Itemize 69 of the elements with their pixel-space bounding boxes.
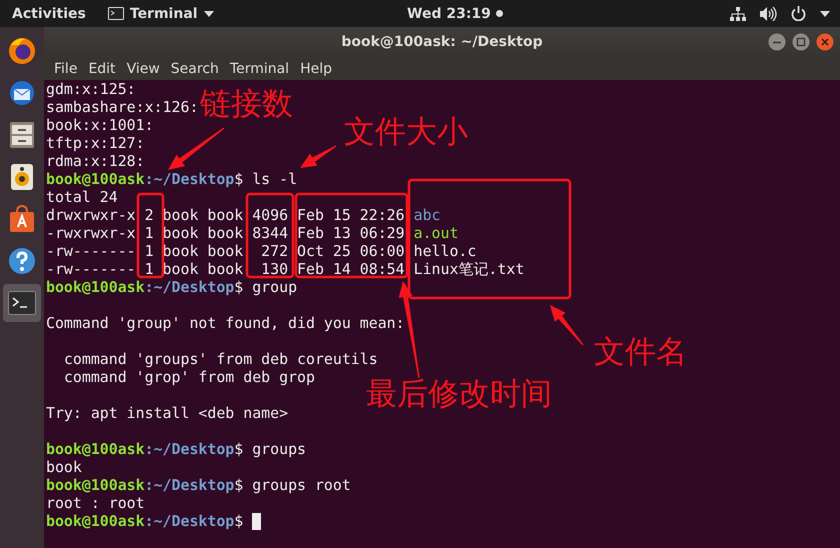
file-cabinet-icon: [9, 121, 35, 149]
menu-item[interactable]: Help: [296, 60, 336, 76]
network-icon[interactable]: [730, 6, 746, 20]
prompt-path: :~/Desktop: [144, 278, 234, 296]
terminal-icon: [108, 7, 124, 20]
prompt-path: :~/Desktop: [144, 476, 234, 494]
terminal-output: Try: apt install <deb name>: [46, 404, 288, 422]
terminal-output: rdma:x:128:: [46, 152, 145, 170]
prompt-path: :~/Desktop: [144, 512, 234, 530]
caret-icon: [204, 10, 214, 16]
shopping-bag-icon: [9, 205, 35, 233]
terminal-output: total 24: [46, 188, 118, 206]
annotation-label: 最后修改时间: [366, 376, 552, 412]
file-name: hello.c: [414, 242, 476, 260]
menu-item[interactable]: Search: [166, 60, 223, 76]
prompt-user: book@100ask: [46, 512, 145, 530]
arrow: [550, 305, 584, 346]
terminal-output: command 'grop' from deb grop: [62, 368, 315, 386]
annotation-label: 文件名: [594, 334, 687, 370]
file-name: a.out: [414, 224, 458, 242]
menu-item[interactable]: File: [50, 60, 82, 76]
firefox-icon: [8, 37, 36, 65]
command-text: $: [234, 512, 244, 530]
terminal-output: gdm:x:125:: [46, 80, 136, 98]
caret-icon[interactable]: [820, 10, 830, 16]
window-title: book@100ask: ~/Desktop: [341, 34, 543, 50]
power-icon[interactable]: [791, 6, 806, 21]
app-menu-label[interactable]: Terminal: [130, 6, 198, 22]
file-listing-entry: -rw------- 1 book book 130 Feb 14 08:54: [46, 260, 405, 278]
annotation-label: 文件大小: [344, 114, 468, 150]
volume-icon[interactable]: [760, 6, 777, 20]
menu-item[interactable]: Terminal: [226, 60, 294, 76]
notification-dot-icon: [496, 10, 503, 17]
command-text: $ ls -l: [234, 170, 298, 188]
file-name: abc: [414, 206, 441, 224]
prompt-user: book@100ask: [46, 476, 145, 494]
prompt-user: book@100ask: [46, 440, 145, 458]
command-text: $ groups: [234, 440, 306, 458]
terminal-output: command 'groups' from deb coreutils: [62, 350, 378, 368]
terminal-output: tftp:x:127:: [46, 134, 145, 152]
mail-icon: [8, 79, 36, 107]
file-listing-entry: -rw------- 1 book book 272 Oct 25 06:00: [46, 242, 405, 260]
terminal-icon: [8, 291, 36, 315]
arrow: [300, 146, 336, 168]
menu-item[interactable]: View: [122, 60, 164, 76]
close-button[interactable]: [816, 33, 834, 51]
prompt-path: :~/Desktop: [144, 440, 234, 458]
prompt-path: :~/Desktop: [144, 170, 234, 188]
prompt-user: book@100ask: [46, 278, 145, 296]
file-listing-entry: -rwxrwxr-x 1 book book 8344 Feb 13 06:29: [46, 224, 405, 242]
arrow: [168, 128, 224, 170]
annotation-label: 链接数: [200, 86, 293, 122]
command-text: $ groups root: [234, 476, 351, 494]
terminal-output: book: [46, 458, 82, 476]
speaker-icon: [10, 163, 34, 191]
clock[interactable]: Wed 23:19: [407, 6, 491, 22]
terminal-output: root : root: [46, 494, 145, 512]
command-text: $ group: [234, 278, 298, 296]
file-listing-entry: drwxrwxr-x 2 book book 4096 Feb 15 22:26: [46, 206, 405, 224]
minimize-button[interactable]: [768, 33, 786, 51]
activities-button[interactable]: Activities: [12, 6, 86, 22]
terminal-output: Command 'group' not found, did you mean:: [46, 314, 405, 332]
help-icon: [8, 247, 36, 275]
terminal-output: sambashare:x:126:: [46, 98, 198, 116]
maximize-button[interactable]: [792, 33, 810, 51]
terminal-output: book:x:1001:: [46, 116, 154, 134]
prompt-user: book@100ask: [46, 170, 145, 188]
menu-item[interactable]: Edit: [84, 60, 120, 76]
file-name: Linux笔记.txt: [414, 260, 524, 278]
